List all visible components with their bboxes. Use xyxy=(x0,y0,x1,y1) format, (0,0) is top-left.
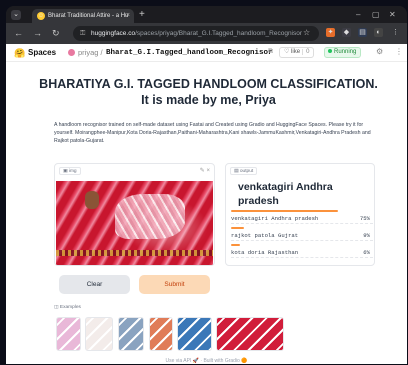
address-bar[interactable]: ⚿ huggingface.co/spaces/priyag/Bharat_G.… xyxy=(73,26,319,41)
confidence-row: venkatagiri Andhra pradesh 75% xyxy=(231,210,373,226)
tab-close-icon[interactable]: × xyxy=(126,9,130,23)
lock-icon: ⚿ xyxy=(80,30,86,37)
like-count: 0 xyxy=(302,49,310,55)
close-window-icon[interactable]: ✕ xyxy=(389,10,396,19)
like-button[interactable]: ♡ like 0 xyxy=(279,47,315,58)
confidence-class-name: rajkot patola Gujrat xyxy=(231,232,299,239)
example-venkatagiri[interactable] xyxy=(216,317,284,351)
tab-search-icon[interactable]: ⌄ xyxy=(11,10,21,20)
example-rajkot-patola[interactable] xyxy=(149,317,173,351)
more-options-icon[interactable]: ⋮ xyxy=(395,47,403,56)
browser-window: ⌄ ☺ Bharat Traditional Attire - a Hu × +… xyxy=(6,6,407,364)
space-repo-link[interactable]: Bharat_G.I.Tagged_handloom_Recognisor xyxy=(106,48,273,58)
example-kani-shawl[interactable] xyxy=(118,317,144,351)
page-content: 🤗 Spaces priyag / Bharat_G.I.Tagged_hand… xyxy=(6,44,407,364)
confidence-bar xyxy=(231,227,244,229)
back-icon[interactable]: ← xyxy=(14,28,23,38)
tab-title: Bharat Traditional Attire - a Hu xyxy=(48,13,129,19)
huggingface-logo-icon[interactable]: 🤗 xyxy=(14,48,25,58)
clear-button[interactable]: Clear xyxy=(59,275,130,294)
built-with-gradio-link[interactable]: Built with Gradio 🟠 xyxy=(203,358,247,364)
extension-icon[interactable]: ✦ xyxy=(326,28,335,37)
tab-strip: ⌄ ☺ Bharat Traditional Attire - a Hu × +… xyxy=(6,6,407,23)
spaces-header: 🤗 Spaces priyag / Bharat_G.I.Tagged_hand… xyxy=(6,44,407,62)
url-path: /spaces/priyag/Bharat_G.I.Tagged_handloo… xyxy=(135,30,303,37)
confidence-percent: 75% xyxy=(359,215,370,222)
copy-icon[interactable]: ⧉ xyxy=(268,48,273,56)
example-kota-doria[interactable] xyxy=(56,317,81,351)
profile-icon[interactable]: ◐ xyxy=(374,28,383,37)
page-title: BHARATIYA G.I. TAGGED HANDLOOM CLASSIFIC… xyxy=(39,77,378,107)
status-badge: Running xyxy=(324,47,362,58)
user-avatar xyxy=(68,49,75,56)
submit-button[interactable]: Submit xyxy=(139,275,210,294)
predicted-label: venkatagiri Andhra pradesh xyxy=(238,181,333,207)
confidence-bar xyxy=(231,244,240,246)
browser-tab[interactable]: ☺ Bharat Traditional Attire - a Hu × xyxy=(32,9,134,23)
space-owner-link[interactable]: priyag / xyxy=(78,48,103,58)
example-paithani[interactable] xyxy=(85,317,113,351)
image-input-panel[interactable]: ▣ img ✎ × xyxy=(54,163,215,266)
maximize-icon[interactable]: ▢ xyxy=(372,10,380,19)
saree-drape xyxy=(115,194,185,239)
confidence-divider xyxy=(231,223,373,224)
example-moirangphee[interactable] xyxy=(177,317,212,351)
reading-list-icon[interactable]: ▤ xyxy=(358,28,367,37)
minimize-icon[interactable]: – xyxy=(356,10,360,19)
spaces-link[interactable]: Spaces xyxy=(28,48,56,58)
image-input-label: ▣ img xyxy=(59,167,81,175)
new-tab-icon[interactable]: + xyxy=(139,10,145,20)
confidence-class-name: venkatagiri Andhra pradesh xyxy=(231,215,319,222)
use-via-api-link[interactable]: Use via API 🚀 xyxy=(166,358,199,364)
navigation-bar: ← → ↻ ⚿ huggingface.co/spaces/priyag/Bha… xyxy=(6,23,407,44)
reload-icon[interactable]: ↻ xyxy=(52,28,60,38)
confidence-class-name: kota doria Rajasthan xyxy=(231,249,299,256)
confidence-percent: 6% xyxy=(363,249,370,256)
huggingface-favicon-icon: ☺ xyxy=(37,12,45,20)
confidence-bar xyxy=(231,210,338,212)
forward-icon[interactable]: → xyxy=(33,28,42,38)
hand-in-image xyxy=(85,191,99,209)
edit-clear-icons[interactable]: ✎ × xyxy=(200,167,210,174)
saree-zari-border xyxy=(56,250,213,256)
menu-icon[interactable]: ⋮ xyxy=(391,28,400,37)
url-host: huggingface.co xyxy=(91,30,136,37)
confidence-row: kota doria Rajasthan 6% xyxy=(231,244,373,260)
footer: Use via API 🚀 · Built with Gradio 🟠 xyxy=(165,358,248,364)
page-description: A handloom recognisor trained on self-ma… xyxy=(54,122,371,144)
settings-icon[interactable]: ⚙ xyxy=(376,47,383,56)
puzzle-icon[interactable]: ◆ xyxy=(342,28,351,37)
examples-label: ◫ Examples xyxy=(54,305,81,310)
output-label: ▤ output xyxy=(230,167,258,175)
running-dot-icon xyxy=(328,49,332,54)
confidence-row: rajkot patola Gujrat 9% xyxy=(231,227,373,243)
confidence-percent: 9% xyxy=(363,232,370,239)
output-panel: ▤ output venkatagiri Andhra pradesh venk… xyxy=(225,163,375,266)
confidence-divider xyxy=(231,240,373,241)
bookmark-star-icon[interactable]: ☆ xyxy=(303,28,310,38)
confidence-divider xyxy=(231,257,373,258)
